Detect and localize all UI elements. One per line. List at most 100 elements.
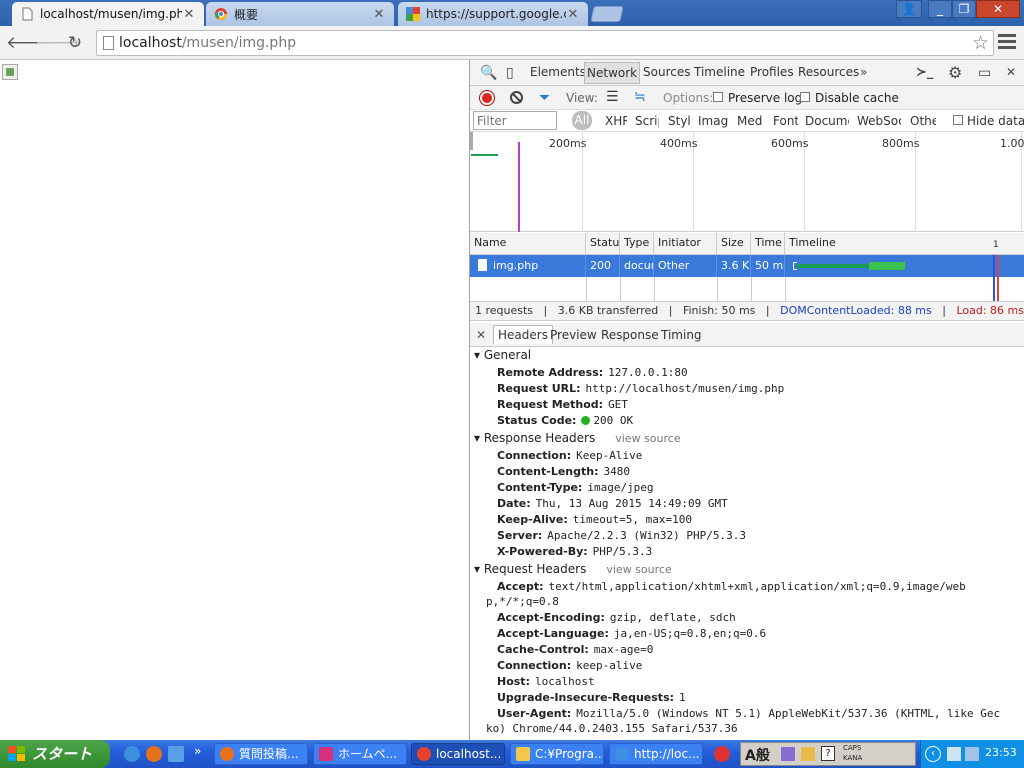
col-timeline[interactable]: Timeline (785, 233, 1024, 255)
col-size[interactable]: Size (717, 233, 751, 255)
disable-cache-checkbox[interactable] (800, 92, 810, 102)
tab-network[interactable]: Network (584, 62, 641, 84)
tab-response[interactable]: Response (601, 328, 659, 342)
large-rows-icon[interactable]: ☰ (606, 89, 619, 105)
taskbar-item-label: localhost... (436, 747, 502, 761)
taskbar-item-question[interactable]: 質問投稿... (214, 743, 308, 765)
preserve-log-checkbox[interactable] (713, 92, 723, 102)
col-type[interactable]: Type (620, 233, 654, 255)
view-source-link[interactable]: view source (615, 432, 680, 445)
forward-button[interactable]: 🡒 (35, 33, 81, 53)
more-tabs-icon[interactable]: » (860, 65, 867, 79)
help-icon[interactable]: ? (821, 746, 835, 761)
header-key: Content-Length: (497, 465, 599, 478)
record-icon[interactable] (480, 91, 494, 105)
ime-tool-icon[interactable] (801, 747, 815, 761)
quicklaunch-more-icon[interactable]: » (194, 744, 201, 758)
back-button[interactable]: 🡐 (6, 33, 52, 53)
console-drawer-icon[interactable]: ≻_ (916, 65, 933, 80)
filter-other[interactable]: Other (910, 114, 936, 128)
header-value: Mozilla/5.0 (Windows NT 5.1) AppleWebKit… (576, 707, 1001, 720)
header-row: Cache-Control: max-age=0 (497, 643, 653, 656)
filter-input[interactable] (473, 111, 557, 130)
tab-timing[interactable]: Timing (661, 328, 702, 342)
reload-button[interactable]: ↻ (64, 33, 86, 53)
tab-elements[interactable]: Elements (530, 65, 586, 79)
hide-data-checkbox[interactable] (953, 115, 963, 125)
volume-icon[interactable] (965, 747, 979, 761)
tab-timeline[interactable]: Timeline (694, 65, 745, 79)
close-detail-icon[interactable]: ✕ (476, 328, 486, 342)
tab-profiles[interactable]: Profiles (750, 65, 794, 79)
tab-support-google[interactable]: https://support.google.com ✕ (398, 2, 588, 26)
tab-resources[interactable]: Resources (798, 65, 859, 79)
header-row: Connection: Keep-Alive (497, 449, 642, 462)
header-key: Request URL: (497, 382, 581, 395)
response-headers-section[interactable]: ▾ Response Headers view source (474, 431, 681, 445)
col-status[interactable]: Status (586, 233, 620, 255)
inspect-icon[interactable]: 🔍 (480, 65, 497, 81)
start-button[interactable]: スタート (0, 740, 110, 768)
filter-styles[interactable]: Styles (668, 114, 690, 128)
filter-scripts[interactable]: Scripts (635, 114, 659, 128)
close-tab-icon[interactable]: ✕ (566, 7, 580, 22)
taskbar-item-explorer[interactable]: C:¥Progra... (510, 743, 604, 765)
address-bar[interactable]: localhost/musen/img.php ☆ (96, 30, 994, 56)
request-headers-section[interactable]: ▾ Request Headers view source (474, 562, 672, 576)
device-mode-icon[interactable]: ▯ (506, 65, 514, 81)
network-icon[interactable] (947, 747, 961, 761)
settings-gear-icon[interactable]: ⚙ (948, 63, 962, 82)
header-value: gzip, deflate, sdch (609, 611, 736, 624)
tab-headers[interactable]: Headers (493, 325, 553, 344)
view-source-link[interactable]: view source (606, 563, 671, 576)
filter-icon[interactable]: ⏷ (539, 90, 550, 106)
google-icon (406, 7, 420, 21)
column-divider (586, 277, 587, 301)
ime-toolbar[interactable]: A般 ? CAPS KANA (740, 742, 916, 766)
clear-icon[interactable] (510, 91, 523, 104)
ie-icon[interactable] (124, 746, 140, 762)
general-section[interactable]: ▾ General (474, 348, 531, 362)
tab-preview[interactable]: Preview (550, 328, 597, 342)
col-initiator[interactable]: Initiator (654, 233, 717, 255)
filter-media[interactable]: Media (737, 114, 762, 128)
user-icon[interactable]: 👤 (896, 0, 922, 18)
close-window-button[interactable]: ✕ (976, 0, 1020, 18)
taskbar-item-ie[interactable]: http://loc... (609, 743, 703, 765)
filter-fonts[interactable]: Fonts (773, 114, 798, 128)
summary-requests: 1 requests (475, 304, 534, 317)
header-row: Connection: keep-alive (497, 659, 642, 672)
quicklaunch-icon[interactable] (168, 746, 184, 762)
firefox-icon[interactable] (146, 746, 162, 762)
dock-side-icon[interactable]: ▭ (978, 65, 991, 81)
col-time[interactable]: Time (751, 233, 785, 255)
table-row[interactable]: img.php 200 document Other 3.6 KB 50 ms (470, 255, 1024, 277)
filter-xhr[interactable]: XHR (605, 114, 627, 128)
app-icon[interactable] (714, 746, 730, 762)
url-path: /musen/img.php (181, 35, 297, 51)
ime-pad-icon[interactable] (781, 747, 795, 761)
filter-websockets[interactable]: WebSockets (857, 114, 901, 128)
tab-localhost[interactable]: localhost/musen/img.php ✕ (12, 2, 204, 26)
tab-sources[interactable]: Sources (643, 65, 690, 79)
filter-documents[interactable]: Documents (805, 114, 849, 128)
minimize-button[interactable]: _ (928, 0, 952, 18)
overview-handle[interactable] (470, 132, 473, 150)
tab-overview[interactable]: 概要 ✕ (206, 2, 394, 26)
close-devtools-icon[interactable]: ✕ (1006, 65, 1016, 79)
close-tab-icon[interactable]: ✕ (182, 7, 196, 22)
restore-button[interactable]: ❐ (952, 0, 976, 18)
bookmark-star-icon[interactable]: ☆ (972, 32, 989, 54)
filter-images[interactable]: Images (698, 114, 728, 128)
taskbar-item-localhost[interactable]: localhost... (411, 743, 505, 765)
overview-icon[interactable]: ≒ (634, 89, 646, 105)
chrome-menu-icon[interactable] (998, 34, 1016, 50)
close-tab-icon[interactable]: ✕ (372, 7, 386, 22)
new-tab-button[interactable] (590, 6, 624, 22)
filter-all[interactable]: All (572, 111, 592, 130)
request-name-cell: img.php (470, 255, 586, 277)
ime-mode[interactable]: A般 (745, 745, 770, 765)
col-name[interactable]: Name (470, 233, 586, 255)
taskbar-item-homepage[interactable]: ホームペ... (313, 743, 407, 765)
tray-collapse-icon[interactable]: ‹ (925, 746, 941, 762)
